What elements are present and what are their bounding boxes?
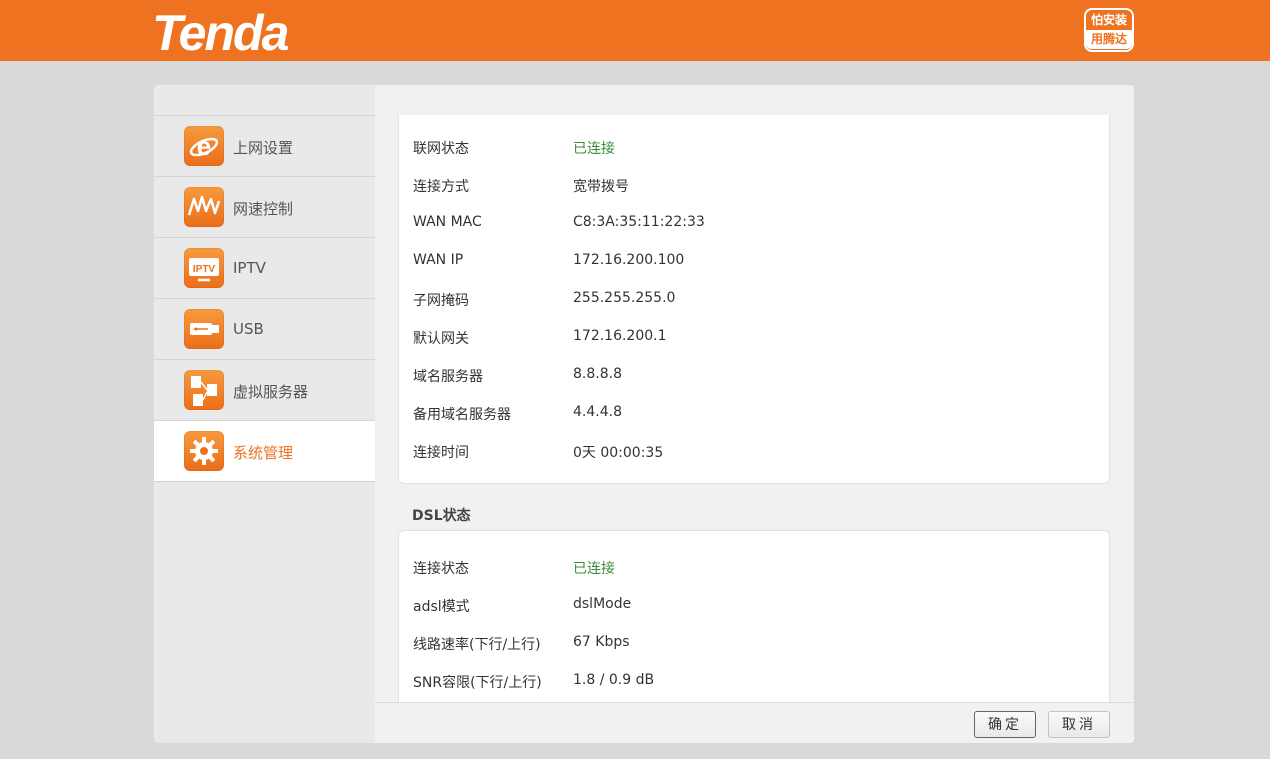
svg-text:e: e <box>197 131 211 161</box>
row-value: 宽带拨号 <box>573 179 629 195</box>
row-value: 4.4.4.8 <box>573 404 622 420</box>
slogan-badge: 怕安装 用腾达 <box>1084 8 1134 52</box>
row-value: 172.16.200.100 <box>573 252 685 268</box>
sidebar-item-internet-settings[interactable]: e 上网设置 <box>154 116 375 177</box>
row-key: 线路速率(下行/上行) <box>413 637 541 653</box>
sidebar-item-usb[interactable]: USB <box>154 299 375 360</box>
badge-line1: 怕安装 <box>1090 13 1127 27</box>
internet-e-icon: e <box>184 126 224 166</box>
sidebar-item-label: 上网设置 <box>233 139 294 157</box>
row-value: C8:3A:35:11:22:33 <box>573 214 705 230</box>
sidebar-item-label: USB <box>233 320 264 338</box>
row-value: 0天 00:00:35 <box>573 445 664 461</box>
row-key: 联网状态 <box>413 141 469 157</box>
sidebar-item-speed-control[interactable]: 网速控制 <box>154 177 375 238</box>
connection-status-value: 已连接 <box>573 141 615 157</box>
row-key: 连接时间 <box>413 445 469 461</box>
dsl-status-card: 连接状态 已连接 adsl模式 dslMode 线路速率(下行/上行) 67 K… <box>398 530 1110 710</box>
main-content[interactable]: 联网状态 已连接 连接方式 宽带拨号 WAN MAC C8:3A:35:11:2… <box>375 85 1134 743</box>
sidebar-item-label: 网速控制 <box>233 200 294 218</box>
row-key: SNR容限(下行/上行) <box>413 675 542 691</box>
row-key: 域名服务器 <box>413 369 483 385</box>
row-value: 255.255.255.0 <box>573 290 676 306</box>
row-value: 1.8 / 0.9 dB <box>573 672 655 688</box>
svg-text:IPTV: IPTV <box>193 264 216 275</box>
row-key: adsl模式 <box>413 599 470 615</box>
sidebar-item-iptv[interactable]: IPTV IPTV <box>154 238 375 299</box>
sidebar-item-label: IPTV <box>233 259 266 277</box>
speed-wave-icon <box>184 187 224 227</box>
row-key: 连接方式 <box>413 179 469 195</box>
row-value: 172.16.200.1 <box>573 328 667 344</box>
sidebar-item-virtual-server[interactable]: 虚拟服务器 <box>154 360 375 421</box>
row-key: 备用域名服务器 <box>413 407 511 423</box>
dsl-section-title: DSL状态 <box>412 508 471 524</box>
top-header: Tenda 怕安装 用腾达 <box>0 0 1270 61</box>
confirm-button[interactable]: 确定 <box>974 711 1036 738</box>
row-key: WAN IP <box>413 252 464 268</box>
row-value: dslMode <box>573 596 632 612</box>
virtual-server-icon <box>184 370 224 410</box>
badge-line2: 用腾达 <box>1086 30 1132 49</box>
iptv-icon: IPTV <box>184 248 224 288</box>
sidebar-item-system-management[interactable]: 系统管理 <box>154 421 375 482</box>
wan-status-card: 联网状态 已连接 连接方式 宽带拨号 WAN MAC C8:3A:35:11:2… <box>398 115 1110 484</box>
usb-icon <box>184 309 224 349</box>
row-key: WAN MAC <box>413 214 482 230</box>
action-footer: 确定 取消 <box>375 702 1134 743</box>
row-key: 子网掩码 <box>413 293 469 309</box>
row-key: 默认网关 <box>413 331 469 347</box>
dsl-status-value: 已连接 <box>573 561 615 577</box>
cancel-button[interactable]: 取消 <box>1048 711 1110 738</box>
row-value: 67 Kbps <box>573 634 630 650</box>
sidebar-nav: e 上网设置 网速控制 IPTV IPTV USB 虚拟服务器 系统管理 <box>154 85 375 743</box>
tenda-logo[interactable]: Tenda <box>152 4 289 62</box>
sidebar-item-label: 系统管理 <box>233 444 294 462</box>
gear-icon <box>184 431 224 471</box>
row-value: 8.8.8.8 <box>573 366 622 382</box>
row-key: 连接状态 <box>413 561 469 577</box>
sidebar-item-label: 虚拟服务器 <box>233 383 309 401</box>
